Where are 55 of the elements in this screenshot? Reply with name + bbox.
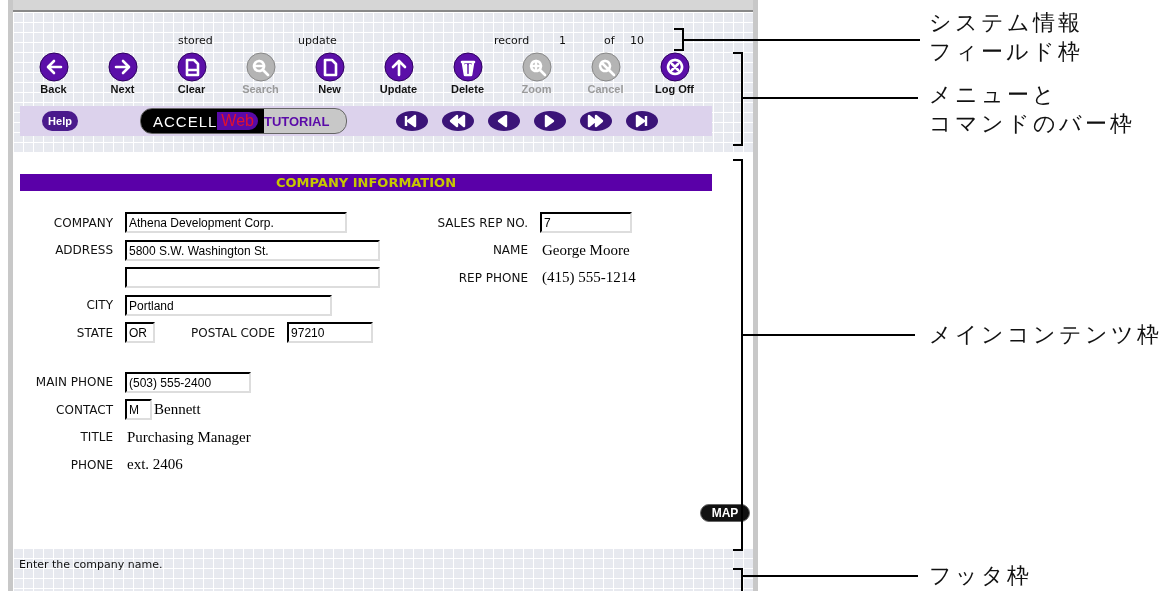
field-label: NAME (491, 243, 529, 258)
text-field[interactable] (125, 267, 380, 289)
record-label: of (604, 34, 615, 47)
annotation-label: メニューと コマンドのバー枠 (929, 81, 1135, 138)
text-field[interactable]: M (125, 399, 152, 421)
brand-logo[interactable]: ACCELL Web TUTORIAL (140, 108, 347, 134)
field-value: Purchasing Manager (127, 428, 251, 446)
field-label: STATE (75, 325, 114, 340)
field-label: REP PHONE (457, 270, 529, 285)
field-label: SALES REP NO. (436, 215, 529, 230)
trash-can-icon (452, 52, 483, 82)
text-field[interactable]: Portland (125, 294, 332, 316)
annotation-label: フッタ枠 (929, 562, 1032, 590)
search-icon (245, 52, 276, 82)
delete-button[interactable]: Delete (433, 52, 502, 100)
text-field[interactable]: 7 (540, 212, 632, 234)
field-value: ext. 2406 (127, 456, 183, 474)
field-label: COMPANY (52, 215, 114, 230)
text-field[interactable]: 5800 S.W. Washington St. (125, 239, 380, 261)
record-number: 1 (559, 34, 566, 47)
page-icon (314, 52, 345, 82)
status-message: Enter the company name. (19, 558, 163, 571)
clear-button[interactable]: Clear (157, 52, 226, 100)
update-button[interactable]: Update (364, 52, 433, 100)
field-value: (415) 555-1214 (542, 269, 636, 287)
map-button[interactable]: MAP (700, 504, 750, 523)
field-label: CITY (85, 298, 114, 313)
status-text: stored (178, 34, 213, 47)
text-field[interactable]: 97210 (287, 322, 374, 344)
field-label: CONTACT (55, 402, 114, 417)
text-field[interactable]: (503) 555-2400 (125, 371, 251, 393)
annotation-label: システム情報 フィールド枠 (929, 9, 1083, 66)
back-button[interactable]: Back (19, 52, 88, 100)
field-label: TITLE (79, 430, 114, 445)
close-icon (659, 52, 690, 82)
field-value: George Moore (542, 241, 630, 259)
field-label: MAIN PHONE (34, 375, 114, 390)
help-button[interactable]: Help (42, 111, 78, 131)
cancel-icon (590, 52, 621, 82)
status-text: update (298, 34, 337, 47)
field-label: POSTAL CODE (190, 325, 277, 340)
logoff-button[interactable]: Log Off (640, 52, 709, 100)
record-label: record (494, 34, 530, 47)
zoom-in-icon (521, 52, 552, 82)
field-label: PHONE (69, 457, 114, 472)
next-button[interactable]: Next (88, 52, 157, 100)
record-total: 10 (630, 34, 644, 47)
text-field[interactable]: OR (125, 322, 155, 344)
field-label: ADDRESS (54, 243, 114, 258)
new-button[interactable]: New (295, 52, 364, 100)
text-field[interactable]: Athena Development Corp. (125, 212, 347, 234)
field-value: Bennett (154, 401, 201, 419)
annotation-label: メインコンテンツ枠 (929, 321, 1162, 349)
document-icon (176, 52, 207, 82)
section-header: COMPANY INFORMATION (20, 174, 712, 191)
